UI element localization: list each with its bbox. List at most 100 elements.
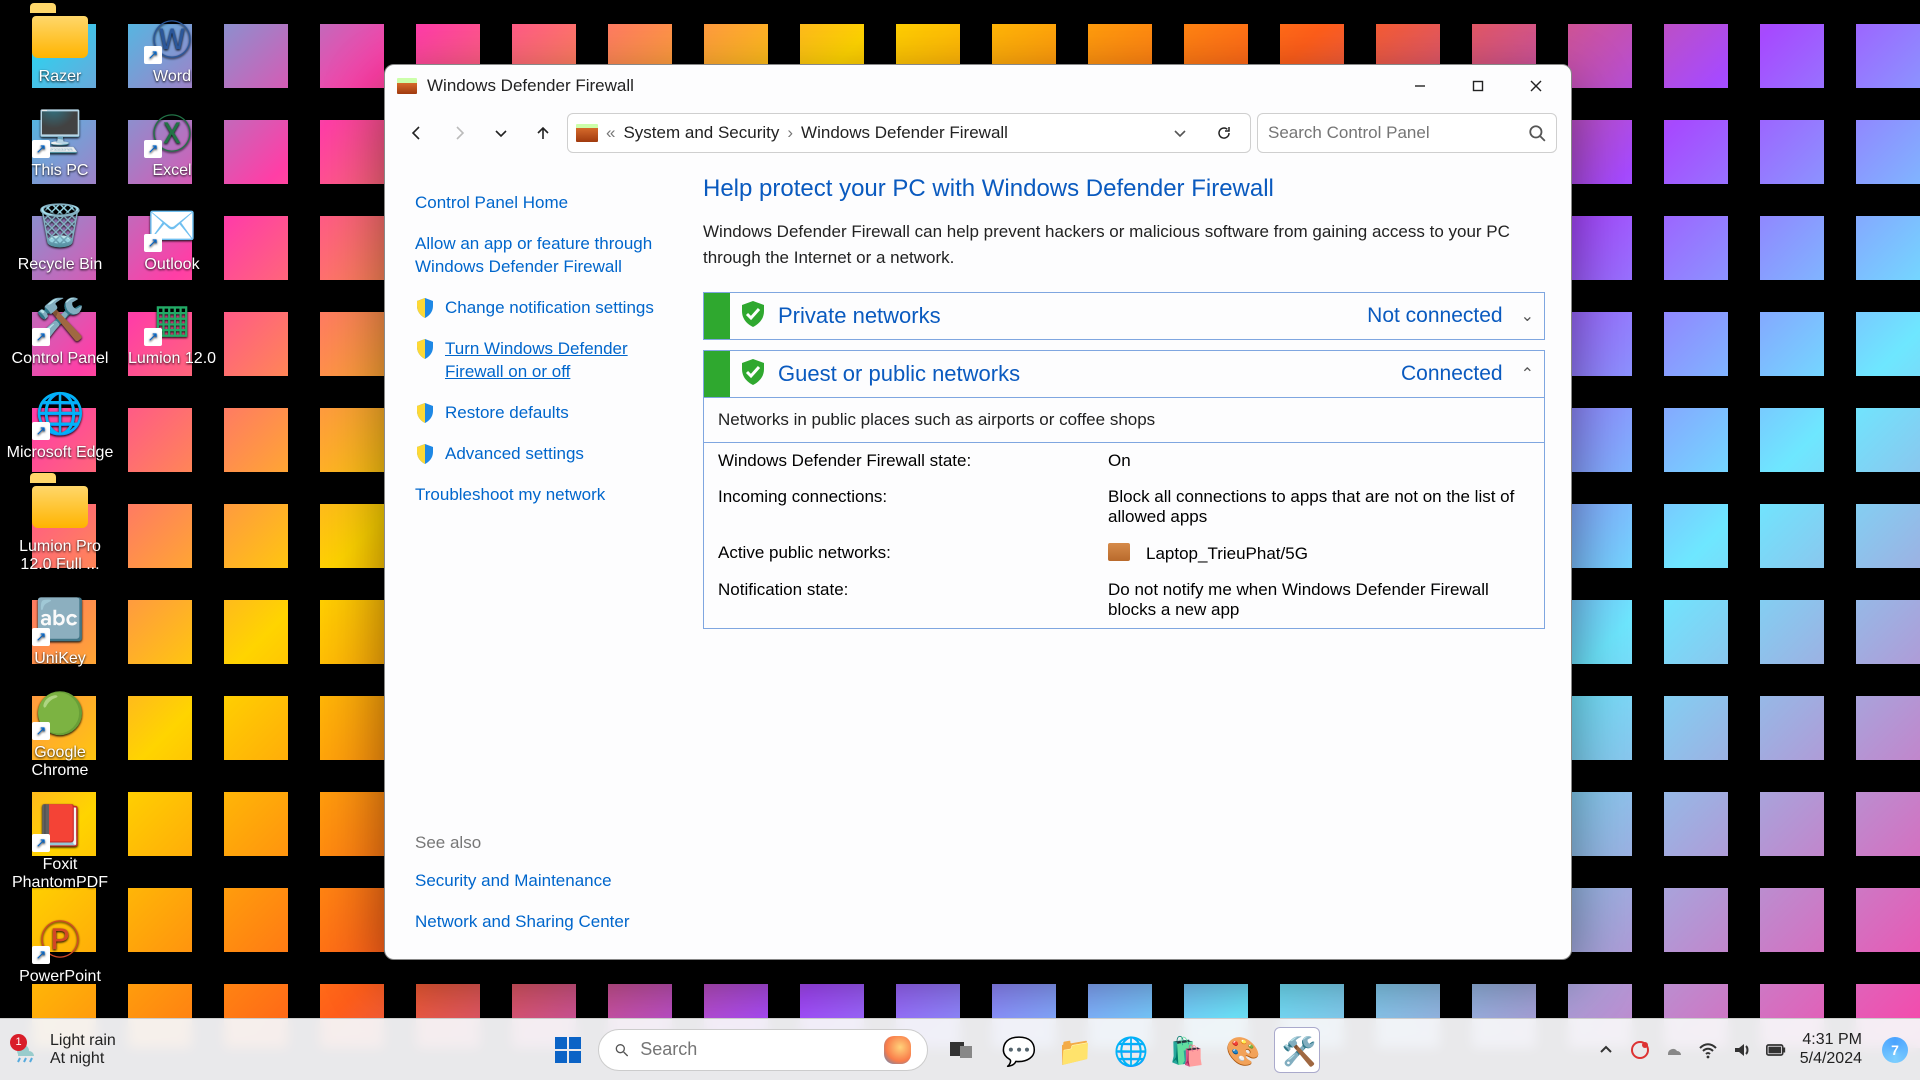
desktop-icons: Razer 🖥️This PC 🗑️Recycle Bin 🛠️Control …: [4, 10, 228, 990]
breadcrumb-part1[interactable]: System and Security: [623, 123, 779, 143]
main-pane: Help protect your PC with Windows Defend…: [699, 159, 1571, 959]
desktop-icon-recyclebin[interactable]: 🗑️Recycle Bin: [4, 198, 116, 274]
chevron-up-icon: ⌃: [1511, 364, 1544, 384]
table-row: Windows Defender Firewall state:On: [704, 443, 1544, 479]
panel-private: Private networks Not connected ⌄: [703, 292, 1545, 340]
nav-forward-button[interactable]: [441, 115, 477, 151]
sidebar: Control Panel Home Allow an app or featu…: [385, 159, 699, 959]
paint-button[interactable]: 🎨: [1218, 1027, 1264, 1073]
store-button[interactable]: 🛍️: [1162, 1027, 1208, 1073]
search-icon: [615, 1040, 628, 1060]
weather-icon: 1: [12, 1036, 40, 1064]
desktop-icon-thispc[interactable]: 🖥️This PC: [4, 104, 116, 180]
copilot-button[interactable]: 7: [1882, 1037, 1908, 1063]
volume-icon[interactable]: [1732, 1040, 1752, 1060]
addr-dropdown-button[interactable]: [1162, 115, 1198, 151]
taskbar: 1 Light rain At night 💬 📁 🌐 🛍️ 🎨 🛠️: [0, 1018, 1920, 1080]
start-button[interactable]: [548, 1030, 588, 1070]
desktop-icon-foxit[interactable]: 📕Foxit PhantomPDF: [4, 798, 116, 892]
search-highlight-icon: [884, 1036, 911, 1064]
firewall-icon: [397, 78, 417, 94]
clock-time: 4:31 PM: [1800, 1031, 1862, 1049]
tray-overflow-icon[interactable]: [1596, 1040, 1616, 1060]
sidebar-link-home[interactable]: Control Panel Home: [415, 183, 683, 224]
wifi-icon[interactable]: [1698, 1040, 1718, 1060]
battery-icon[interactable]: [1766, 1040, 1786, 1060]
panel-public-subtext: Networks in public places such as airpor…: [704, 397, 1544, 442]
desktop-icon-outlook[interactable]: ✉️Outlook: [116, 198, 228, 274]
desktop-icon-lumion[interactable]: ▦Lumion 12.0: [116, 292, 228, 368]
maximize-button[interactable]: [1449, 65, 1507, 107]
sidebar-link-troubleshoot[interactable]: Troubleshoot my network: [415, 475, 683, 516]
desktop-icon-controlpanel[interactable]: 🛠️Control Panel: [4, 292, 116, 368]
shield-icon: [415, 338, 435, 358]
address-bar[interactable]: « System and Security › Windows Defender…: [567, 113, 1251, 153]
sidebar-link-allow-app[interactable]: Allow an app or feature through Windows …: [415, 224, 683, 288]
taskbar-weather[interactable]: 1 Light rain At night: [12, 1032, 272, 1067]
desktop-icon-unikey[interactable]: 🔤UniKey: [4, 592, 116, 668]
desktop-icon-edge[interactable]: 🌐Microsoft Edge: [4, 386, 116, 462]
taskbar-search-input[interactable]: [640, 1039, 872, 1060]
breadcrumb-sep: ›: [787, 123, 793, 143]
taskview-button[interactable]: [938, 1027, 984, 1073]
table-row: Incoming connections:Block all connectio…: [704, 479, 1544, 535]
sidebar-link-security-maint[interactable]: Security and Maintenance: [415, 861, 683, 902]
shield-icon: [415, 297, 435, 317]
page-heading: Help protect your PC with Windows Defend…: [703, 175, 1545, 203]
system-tray[interactable]: [1596, 1040, 1786, 1060]
panel-public-name: Guest or public networks: [778, 361, 1401, 387]
minimize-button[interactable]: [1391, 65, 1449, 107]
search-box[interactable]: [1257, 113, 1557, 153]
taskbar-search[interactable]: [598, 1029, 928, 1071]
nav-recent-button[interactable]: [483, 115, 519, 151]
tray-app-icon[interactable]: [1630, 1040, 1650, 1060]
sidebar-link-change-notif[interactable]: Change notification settings: [415, 288, 683, 329]
sidebar-link-network-sharing[interactable]: Network and Sharing Center: [415, 902, 683, 943]
panel-public-status: Connected: [1401, 362, 1511, 386]
weather-badge: 1: [10, 1034, 27, 1051]
close-button[interactable]: [1507, 65, 1565, 107]
chat-button[interactable]: 💬: [994, 1027, 1040, 1073]
desktop-icon-word[interactable]: ⓌWord: [116, 10, 228, 86]
breadcrumb-part2[interactable]: Windows Defender Firewall: [801, 123, 1008, 143]
panel-private-header[interactable]: Private networks Not connected ⌄: [704, 293, 1544, 339]
nav-back-button[interactable]: [399, 115, 435, 151]
refresh-button[interactable]: [1206, 115, 1242, 151]
onedrive-icon[interactable]: [1664, 1040, 1684, 1060]
chevron-down-icon: ⌄: [1511, 306, 1544, 326]
panel-private-name: Private networks: [778, 303, 1367, 329]
search-icon: [1528, 124, 1546, 142]
see-also-label: See also: [415, 825, 683, 861]
sidebar-link-restore[interactable]: Restore defaults: [415, 393, 683, 434]
search-input[interactable]: [1268, 123, 1528, 143]
status-bar-icon: [704, 293, 730, 339]
sidebar-link-turn-onoff[interactable]: Turn Windows Defender Firewall on or off: [415, 329, 683, 393]
explorer-button[interactable]: 📁: [1050, 1027, 1096, 1073]
controlpanel-task-button[interactable]: 🛠️: [1274, 1027, 1320, 1073]
taskbar-clock[interactable]: 4:31 PM 5/4/2024: [1800, 1031, 1862, 1068]
panel-public: Guest or public networks Connected ⌃ Net…: [703, 350, 1545, 629]
clock-date: 5/4/2024: [1800, 1050, 1862, 1068]
titlebar[interactable]: Windows Defender Firewall: [385, 65, 1571, 107]
shield-icon: [415, 443, 435, 463]
page-description: Windows Defender Firewall can help preve…: [703, 219, 1545, 270]
toolbar: « System and Security › Windows Defender…: [385, 107, 1571, 159]
panel-public-header[interactable]: Guest or public networks Connected ⌃: [704, 351, 1544, 397]
shield-check-icon: [738, 299, 768, 334]
table-row: Active public networks:Laptop_TrieuPhat/…: [704, 535, 1544, 572]
window-title: Windows Defender Firewall: [427, 76, 634, 96]
table-row: Notification state:Do not notify me when…: [704, 572, 1544, 628]
edge-button[interactable]: 🌐: [1106, 1027, 1152, 1073]
firewall-window: Windows Defender Firewall « System and S…: [384, 64, 1572, 960]
weather-line2: At night: [50, 1050, 116, 1068]
desktop-icon-chrome[interactable]: 🟢Google Chrome: [4, 686, 116, 780]
shield-check-icon: [738, 357, 768, 392]
desktop-icon-excel[interactable]: ⓍExcel: [116, 104, 228, 180]
desktop-icon-razer[interactable]: Razer: [4, 10, 116, 86]
sidebar-link-advanced[interactable]: Advanced settings: [415, 434, 683, 475]
status-bar-icon: [704, 351, 730, 397]
desktop-icon-powerpoint[interactable]: ⓅPowerPoint: [4, 910, 116, 986]
nav-up-button[interactable]: [525, 115, 561, 151]
weather-line1: Light rain: [50, 1032, 116, 1050]
desktop-icon-lumionpro[interactable]: Lumion Pro 12.0 Full ...: [4, 480, 116, 574]
